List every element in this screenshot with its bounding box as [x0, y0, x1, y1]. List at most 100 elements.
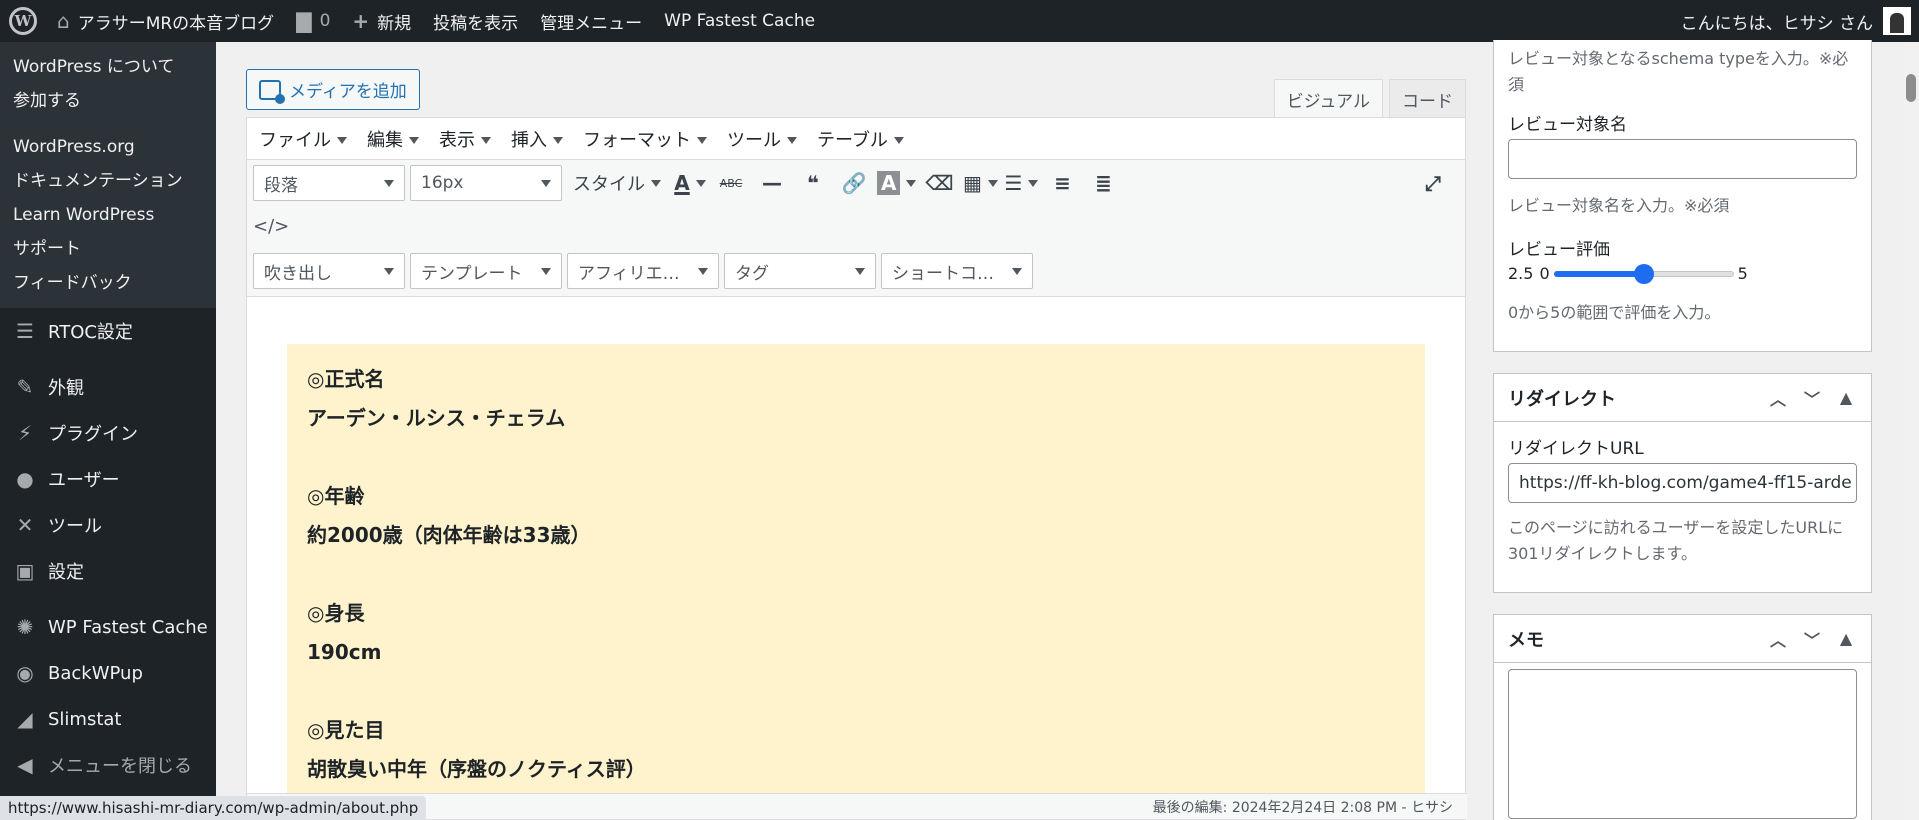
align-left-button[interactable]: ≡ — [1044, 165, 1080, 201]
site-name-link[interactable]: ⌂ アラサーMRの本音ブログ — [46, 0, 285, 42]
menu-edit[interactable]: 編集 — [367, 126, 419, 152]
slider-thumb[interactable] — [1633, 264, 1654, 284]
sidebar-item-backwpup[interactable]: ◉ BackWPup — [0, 650, 216, 696]
text-color-button[interactable]: A — [672, 165, 708, 201]
background-color-button[interactable]: A — [877, 165, 917, 201]
collapse-toggle-icon[interactable]: ▲ — [1829, 629, 1863, 648]
sidebar-item-slimstat[interactable]: ◢ Slimstat — [0, 696, 216, 742]
sidebar-item-label: 設定 — [48, 562, 84, 583]
menu-format[interactable]: フォーマット — [583, 126, 707, 152]
bullet-list-icon: ☰ — [1004, 171, 1023, 195]
caret-down-icon — [384, 267, 394, 275]
bullet-list-button[interactable]: ☰ — [1003, 165, 1039, 201]
caret-down-icon — [541, 267, 551, 275]
caret-down-icon — [893, 137, 904, 144]
menu-tools[interactable]: ツール — [727, 126, 797, 152]
menu-view[interactable]: 表示 — [439, 126, 491, 152]
content-line: 190cm — [307, 640, 382, 664]
submenu-item-support[interactable]: サポート — [0, 232, 216, 266]
sidebar-item-settings[interactable]: ▣ 設定 — [0, 548, 216, 594]
my-account-link[interactable]: こんにちは、ヒサシ さん — [1681, 0, 1919, 42]
page-scrollbar[interactable] — [1903, 42, 1919, 820]
submenu-item-contribute[interactable]: 参加する — [0, 84, 216, 118]
caret-down-icon — [787, 137, 797, 144]
add-media-label: メディアを追加 — [289, 82, 407, 102]
tag-select[interactable]: タグ — [724, 253, 876, 289]
insert-link-button[interactable]: 🔗 — [836, 165, 872, 201]
align-center-button[interactable]: ≣ — [1085, 165, 1121, 201]
content-line: ◎正式名 — [307, 367, 385, 391]
template-select[interactable]: テンプレート — [410, 253, 562, 289]
sidebar-item-tools[interactable]: ✕ ツール — [0, 502, 216, 548]
affiliate-select[interactable]: アフィリエ… — [567, 253, 719, 289]
menu-label: 表示 — [439, 129, 475, 151]
caret-down-icon — [697, 137, 707, 144]
collapse-toggle-icon[interactable]: ▲ — [1829, 388, 1863, 407]
backup-icon: ◉ — [16, 661, 34, 685]
memo-header[interactable]: メモ ︿ ﹀ ▲ — [1494, 615, 1871, 663]
shortcode-select[interactable]: ショートコ… — [881, 253, 1033, 289]
content-line: 約2000歳（肉体年齢は33歳） — [307, 523, 591, 547]
submenu-item-learn[interactable]: Learn WordPress — [0, 198, 216, 232]
cache-link[interactable]: WP Fastest Cache — [653, 0, 826, 42]
sidebar-item-rtoc[interactable]: ☰ RTOC設定 — [0, 308, 216, 354]
wordpress-logo-icon: W — [9, 7, 37, 35]
wordpress-logo-button[interactable]: W — [0, 0, 46, 42]
submenu-item-about[interactable]: WordPress について — [0, 50, 216, 84]
redirect-metabox: リダイレクト ︿ ﹀ ▲ リダイレクトURL https://ff-kh-blo… — [1493, 373, 1872, 593]
menu-label: ツール — [727, 129, 781, 151]
new-content-link[interactable]: + 新規 — [341, 0, 422, 42]
submenu-item-documentation[interactable]: ドキュメンテーション — [0, 164, 216, 198]
sidebar-item-label: ユーザー — [48, 470, 120, 491]
format-select[interactable]: 段落 — [253, 165, 405, 201]
table-button[interactable]: ▦ — [962, 165, 998, 201]
sidebar-item-appearance[interactable]: ✎ 外観 — [0, 364, 216, 410]
menu-insert[interactable]: 挿入 — [511, 126, 563, 152]
move-down-icon[interactable]: ﹀ — [1795, 386, 1829, 410]
caret-down-icon — [695, 179, 706, 187]
move-down-icon[interactable]: ﹀ — [1795, 627, 1829, 651]
font-size-select[interactable]: 16px — [410, 165, 562, 201]
style-dropdown[interactable]: スタイル — [567, 165, 667, 201]
clear-format-button[interactable]: ⌫ — [921, 165, 957, 201]
menu-table[interactable]: テーブル — [817, 126, 904, 152]
sidebar-item-users[interactable]: ● ユーザー — [0, 456, 216, 502]
move-up-icon[interactable]: ︿ — [1761, 627, 1795, 651]
admin-menu-link[interactable]: 管理メニュー — [529, 0, 653, 42]
table-icon: ▦ — [963, 171, 982, 195]
blockquote-button[interactable]: ❝ — [795, 165, 831, 201]
sidebar-item-wp-fastest-cache[interactable]: ✺ WP Fastest Cache — [0, 604, 216, 650]
redirect-url-input[interactable]: https://ff-kh-blog.com/game4-ff15-arde — [1508, 463, 1857, 503]
rating-min: 0 — [1539, 263, 1550, 283]
admin-sidebar: WordPress について 参加する WordPress.org ドキュメンテ… — [0, 42, 216, 820]
menu-file[interactable]: ファイル — [259, 126, 347, 152]
horizontal-line-button[interactable]: — — [754, 165, 790, 201]
rating-slider[interactable] — [1553, 260, 1734, 286]
sidebar-item-label: WP Fastest Cache — [48, 616, 208, 638]
strikethrough-button[interactable]: ABC — [713, 165, 749, 201]
caret-down-icon — [553, 137, 563, 144]
tab-code[interactable]: コード — [1389, 79, 1466, 118]
sidebar-item-plugins[interactable]: ⚡ プラグイン — [0, 410, 216, 456]
caret-down-icon — [1012, 267, 1022, 275]
submenu-item-wordpress-org[interactable]: WordPress.org — [0, 130, 216, 164]
add-media-button[interactable]: メディアを追加 — [246, 69, 420, 110]
editor-content[interactable]: ◎正式名 アーデン・ルシス・チェラム ◎年齢 約2000歳（肉体年齢は33歳） … — [287, 344, 1425, 812]
wrench-icon: ✕ — [16, 513, 34, 537]
strikethrough-icon: ABC — [719, 176, 743, 190]
balloon-select[interactable]: 吹き出し — [253, 253, 405, 289]
code-button[interactable]: </> — [253, 208, 289, 244]
align-center-icon: ≣ — [1095, 171, 1112, 195]
content-blank-line — [307, 555, 1405, 594]
review-name-input[interactable] — [1508, 139, 1857, 179]
submenu-item-feedback[interactable]: フィードバック — [0, 266, 216, 300]
memo-textarea[interactable] — [1508, 669, 1857, 819]
view-posts-link[interactable]: 投稿を表示 — [422, 0, 529, 42]
tab-visual[interactable]: ビジュアル — [1273, 79, 1383, 118]
move-up-icon[interactable]: ︿ — [1761, 386, 1795, 410]
fullscreen-button[interactable]: ⤢ — [1415, 165, 1451, 201]
scrollbar-thumb[interactable] — [1906, 74, 1916, 102]
comments-link[interactable]: ▇ 0 — [285, 0, 341, 42]
collapse-menu-button[interactable]: ◀ メニューを閉じる — [0, 742, 216, 788]
redirect-header[interactable]: リダイレクト ︿ ﹀ ▲ — [1494, 374, 1871, 422]
